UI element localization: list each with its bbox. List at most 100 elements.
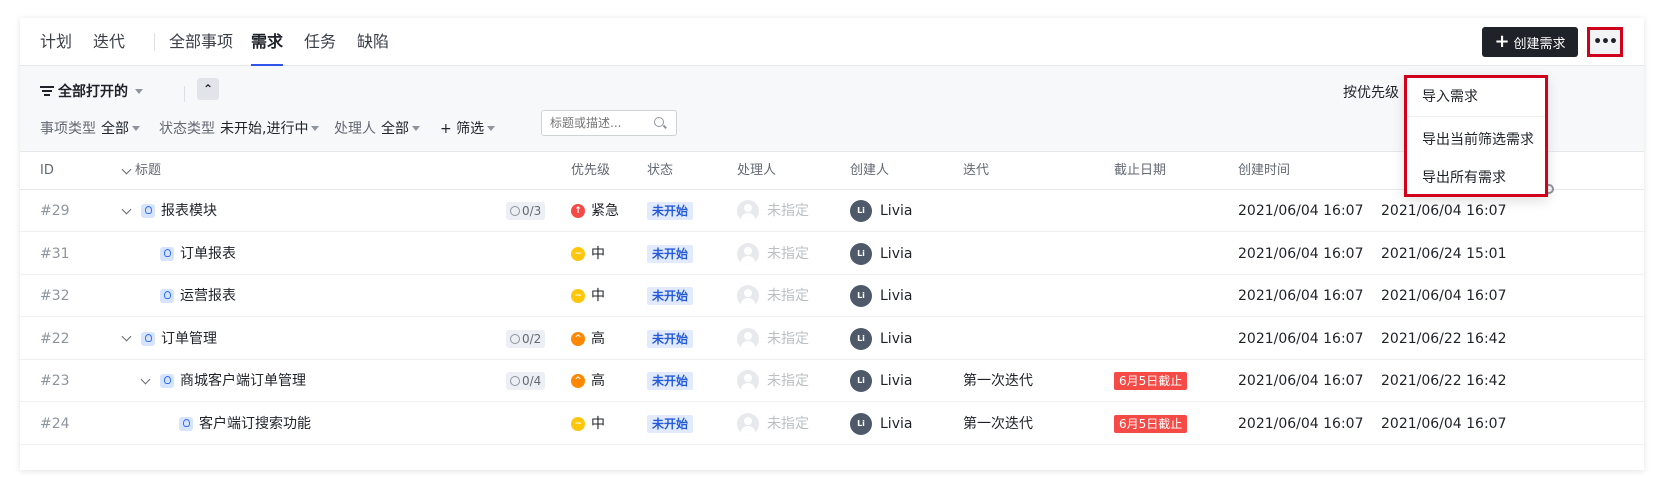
row-assignee[interactable]: 未指定 (737, 190, 809, 232)
more-options-menu: 导入需求 导出当前筛选需求 导出所有需求 (1404, 75, 1548, 197)
chevron-down-icon[interactable] (121, 164, 132, 174)
row-assignee[interactable]: 未指定 (737, 275, 809, 317)
row-creator[interactable]: Li Livia (850, 190, 912, 232)
progress-ring-icon (510, 206, 520, 216)
add-filter-button[interactable]: + 筛选 (440, 118, 496, 138)
table-row[interactable]: #22 订单管理 0/2 ^ 高未开始 未指定 Li Livia 2021/06/04 16:0… (20, 318, 1644, 360)
priority-label: 紧急 (591, 203, 619, 219)
row-id[interactable]: #24 (40, 403, 70, 445)
due-badge: 6月5日截止 (1114, 372, 1188, 390)
col-creator[interactable]: 创建人 (850, 152, 889, 190)
priority-icon: ^ (571, 374, 585, 388)
row-title[interactable]: 报表模块 (121, 190, 217, 232)
filter-type[interactable]: 事项类型 全部 (40, 118, 140, 138)
row-due[interactable]: 6月5日截止 (1114, 403, 1188, 445)
row-id[interactable]: #32 (40, 275, 70, 317)
row-title-text: 报表模块 (161, 203, 217, 219)
subitem-count-badge: 0/4 (506, 372, 546, 390)
row-title[interactable]: 订单报表 (142, 233, 236, 275)
collapse-filters-button[interactable]: ⌃ (197, 78, 219, 100)
row-id[interactable]: #22 (40, 318, 70, 360)
assignee-label: 未指定 (767, 288, 809, 304)
row-assignee[interactable]: 未指定 (737, 403, 809, 445)
nav-defects[interactable]: 缺陷 (357, 18, 389, 66)
col-title[interactable]: 标题 (121, 152, 162, 190)
create-requirement-button[interactable]: + 创建需求 (1482, 27, 1578, 57)
row-assignee[interactable]: 未指定 (737, 318, 809, 360)
row-creator[interactable]: Li Livia (850, 233, 912, 275)
col-due[interactable]: 截止日期 (1114, 152, 1166, 190)
nav-tasks[interactable]: 任务 (304, 18, 336, 66)
filter-assignee[interactable]: 处理人 全部 (334, 118, 420, 138)
row-title[interactable]: 商城客户端订单管理 (140, 360, 306, 402)
nav-all-items[interactable]: 全部事项 (169, 18, 233, 66)
row-iteration[interactable]: 第一次迭代 (963, 403, 1033, 445)
empty-avatar-icon (737, 370, 759, 392)
table-row[interactable]: #23 商城客户端订单管理 0/4 ^ 高 未开始 未指定 Li Livia 第一次迭代 6月5日截… (20, 360, 1644, 402)
row-priority[interactable]: − 中 (571, 275, 605, 317)
nav-iteration[interactable]: 迭代 (93, 18, 125, 66)
row-priority[interactable]: ^ 高 (571, 318, 605, 360)
row-creator[interactable]: Li Livia (850, 403, 912, 445)
row-priority[interactable]: ^ 高 (571, 360, 605, 402)
row-priority[interactable]: − 中 (571, 233, 605, 275)
row-id[interactable]: #23 (40, 360, 70, 402)
col-priority[interactable]: 优先级 (571, 152, 610, 190)
row-status[interactable]: 未开始 (647, 360, 694, 402)
col-assignee[interactable]: 处理人 (737, 152, 776, 190)
col-id[interactable]: ID (40, 152, 54, 190)
row-creator[interactable]: Li Livia (850, 360, 912, 402)
row-created: 2021/06/04 16:07 (1238, 330, 1364, 347)
chevron-down-icon (412, 125, 420, 131)
col-status[interactable]: 状态 (647, 152, 673, 190)
priority-icon: ^ (571, 331, 585, 346)
table-row[interactable]: #29 报表模块 0/3 ↑ 紧急 未开始 未指定 Li Livia 2021/06/04 16:… (20, 190, 1644, 232)
view-selector[interactable]: 全部打开的 (40, 81, 143, 101)
chevron-down-icon[interactable] (121, 204, 132, 214)
row-status[interactable]: 未开始 (647, 190, 694, 232)
row-id[interactable]: #31 (40, 233, 70, 275)
priority-label: 中 (591, 245, 605, 262)
row-assignee[interactable]: 未指定 (737, 360, 809, 402)
menu-item-export-all[interactable]: 导出所有需求 (1422, 167, 1506, 187)
filter-status[interactable]: 状态类型 未开始,进行中 (159, 118, 320, 138)
nav-plan[interactable]: 计划 (40, 18, 72, 66)
row-title[interactable]: 客户端订搜索功能 (161, 403, 311, 445)
row-creator[interactable]: Li Livia (850, 275, 912, 317)
priority-icon: − (571, 246, 585, 261)
assignee-label: 未指定 (767, 373, 809, 389)
avatar: Li (850, 200, 872, 222)
chevron-down-icon[interactable] (140, 374, 151, 384)
row-assignee[interactable]: 未指定 (737, 233, 809, 275)
col-title-label: 标题 (135, 163, 162, 178)
nav-divider (154, 33, 155, 51)
row-title[interactable]: 订单管理 (121, 318, 217, 360)
chevron-down-icon (311, 125, 320, 131)
status-badge: 未开始 (647, 372, 694, 390)
row-title[interactable]: 运营报表 (142, 275, 236, 317)
row-priority[interactable]: − 中 (571, 403, 605, 445)
more-options-button[interactable]: ••• (1587, 27, 1623, 57)
row-status[interactable]: 未开始 (647, 275, 694, 317)
row-creator[interactable]: Li Livia (850, 318, 912, 360)
table-row[interactable]: #24 客户端订搜索功能 − 中 未开始 未指定 Li Livia 第一次迭代 6月5日截止 202… (20, 403, 1644, 445)
col-created[interactable]: 创建时间 (1238, 152, 1290, 190)
row-due[interactable]: 6月5日截止 (1114, 360, 1188, 402)
menu-item-import[interactable]: 导入需求 (1422, 86, 1478, 106)
row-status[interactable]: 未开始 (647, 233, 694, 275)
nav-requirements[interactable]: 需求 (251, 18, 284, 66)
row-status[interactable]: 未开始 (647, 318, 694, 360)
table-row[interactable]: #31 订单报表 − 中 未开始 未指定 Li Livia 2021/06/04 16:07 20… (20, 233, 1644, 275)
sort-selector[interactable]: 按优先级 (1343, 82, 1399, 102)
row-updated: 2021/06/04 16:07 (1381, 288, 1507, 304)
chevron-down-icon[interactable] (121, 331, 132, 342)
row-priority[interactable]: ↑ 紧急 (571, 190, 619, 232)
table-row[interactable]: #32 运营报表 − 中 未开始 未指定 Li Livia 2021/06/04 16:07 20… (20, 275, 1644, 317)
col-iteration[interactable]: 迭代 (963, 152, 989, 190)
row-id[interactable]: #29 (40, 190, 70, 232)
subitem-count-badge: 0/2 (506, 329, 546, 348)
menu-item-export-filtered[interactable]: 导出当前筛选需求 (1422, 129, 1534, 149)
requirement-icon (141, 204, 155, 218)
row-iteration[interactable]: 第一次迭代 (963, 360, 1033, 402)
row-status[interactable]: 未开始 (647, 403, 694, 445)
